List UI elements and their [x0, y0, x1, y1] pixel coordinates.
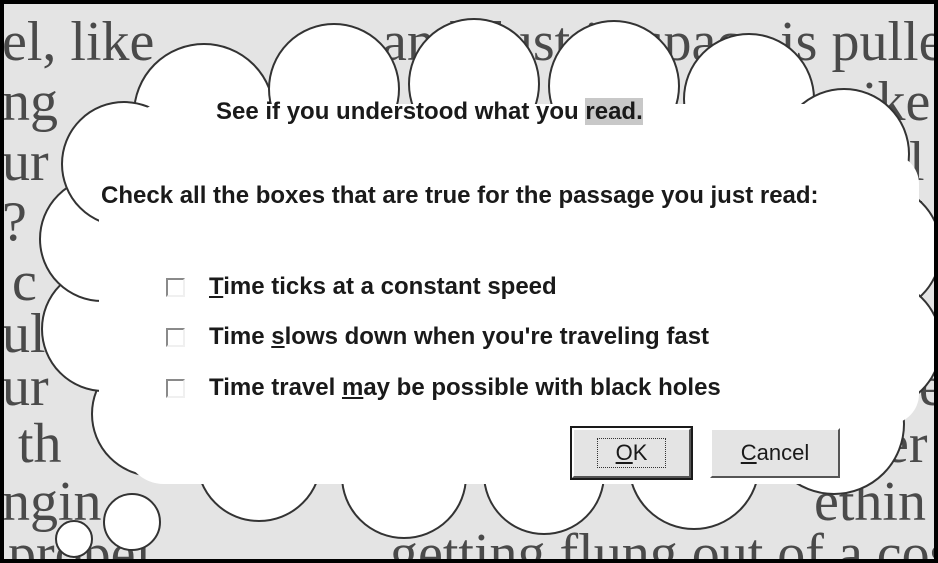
- option-time-travel-black-holes[interactable]: Time travel may be possible with black h…: [166, 370, 721, 406]
- ok-button[interactable]: OK: [570, 426, 693, 480]
- option-label[interactable]: Time slows down when you're traveling fa…: [209, 323, 709, 351]
- option-time-slows[interactable]: Time slows down when you're traveling fa…: [166, 319, 709, 355]
- checkbox[interactable]: [166, 277, 185, 297]
- option-time-constant[interactable]: Time ticks at a constant speed: [166, 269, 557, 305]
- cancel-label-rest: ancel: [756, 440, 810, 465]
- option-mnemonic: m: [341, 374, 364, 401]
- cancel-mnemonic: C: [740, 440, 757, 465]
- option-label-text: lows down when you're traveling fast: [284, 323, 710, 350]
- option-label-text: Time travel: [209, 374, 342, 401]
- screenshot-frame: el, like and dust in space is pulle ng i…: [0, 0, 938, 563]
- ok-button-label: OK: [596, 438, 667, 468]
- option-label-text: ime ticks at a constant speed: [223, 273, 557, 300]
- option-label[interactable]: Time ticks at a constant speed: [209, 273, 557, 301]
- cancel-button-label: Cancel: [741, 440, 809, 466]
- instruction-text: Check all the boxes that are true for th…: [101, 182, 819, 209]
- dialog-title-text: See if you understood what you: [216, 98, 586, 125]
- ok-mnemonic: O: [615, 440, 633, 465]
- option-label-text: ay be possible with black holes: [363, 374, 721, 401]
- dialog-title-highlight: read.: [585, 98, 643, 125]
- checkbox[interactable]: [166, 378, 185, 398]
- ok-label-rest: K: [632, 440, 648, 465]
- checkbox[interactable]: [166, 327, 185, 347]
- dialog-title: See if you understood what you read.: [216, 98, 643, 126]
- cancel-button[interactable]: Cancel: [710, 428, 840, 478]
- option-mnemonic: s: [271, 323, 285, 350]
- option-label-text: Time: [209, 323, 272, 350]
- option-mnemonic: T: [209, 273, 224, 300]
- option-label[interactable]: Time travel may be possible with black h…: [209, 374, 721, 402]
